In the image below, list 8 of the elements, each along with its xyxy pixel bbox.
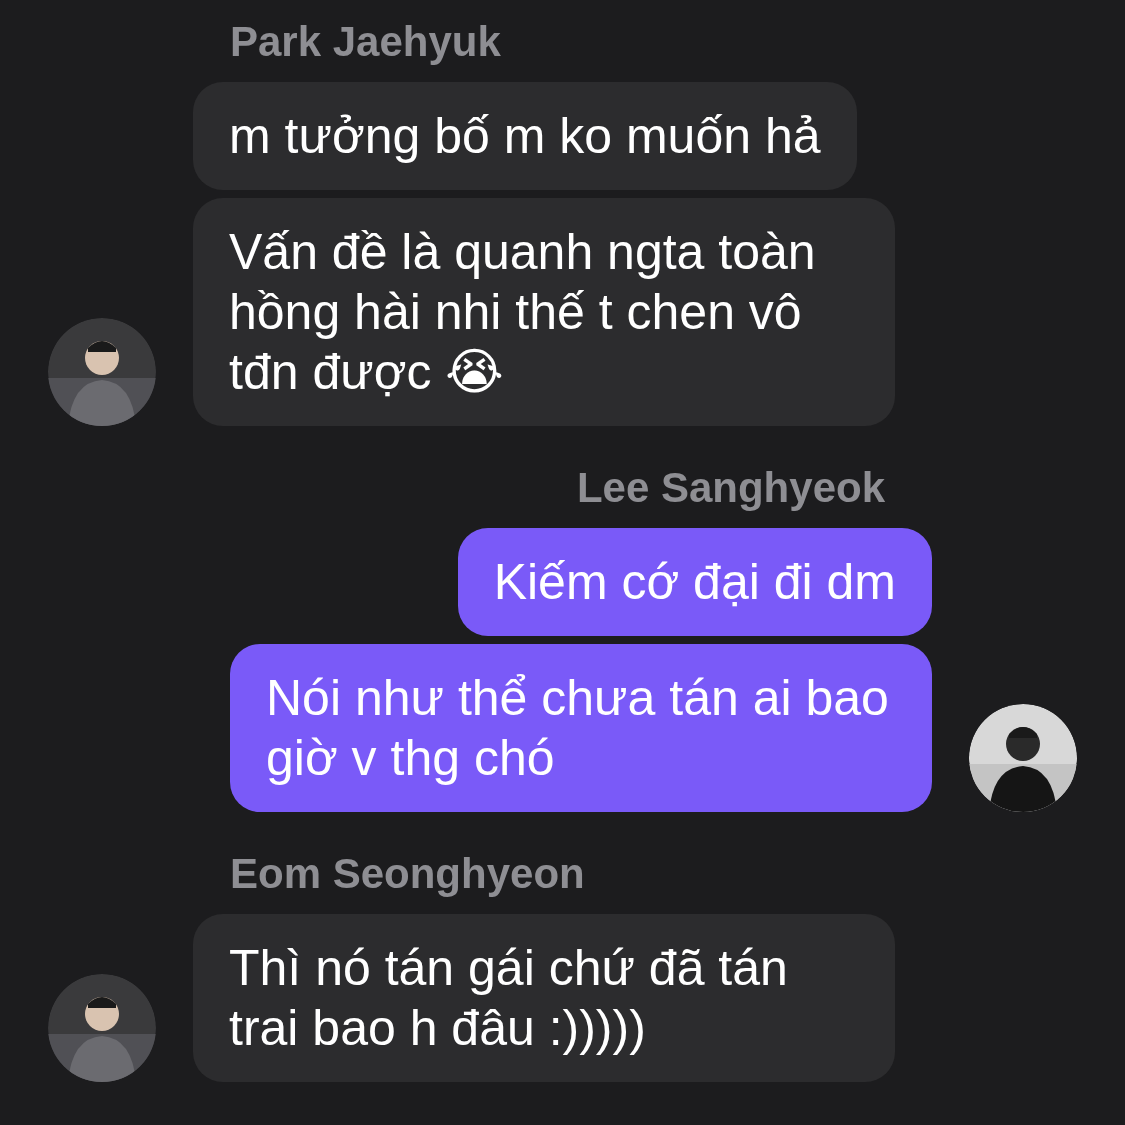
message-bubble: Kiếm cớ đại đi dm [457,528,932,636]
message-bubble: Thì nó tán gái chứ đã tán trai bao h đâu :))))) [193,914,895,1082]
message-bubble: Vấn đề là quanh ngta toàn hồng hài nhi thế t chen vô tđn được 😭 [193,198,895,426]
message-bubble: Nói như thể chưa tán ai bao giờ v thg chó [230,644,932,812]
message-bubble: m tưởng bố m ko muốn hả [193,82,857,190]
sender-name: Eom Seonghyeon [230,850,585,898]
sender-name: Lee Sanghyeok [576,464,885,512]
sender-name: Park Jaehyuk [230,18,501,66]
